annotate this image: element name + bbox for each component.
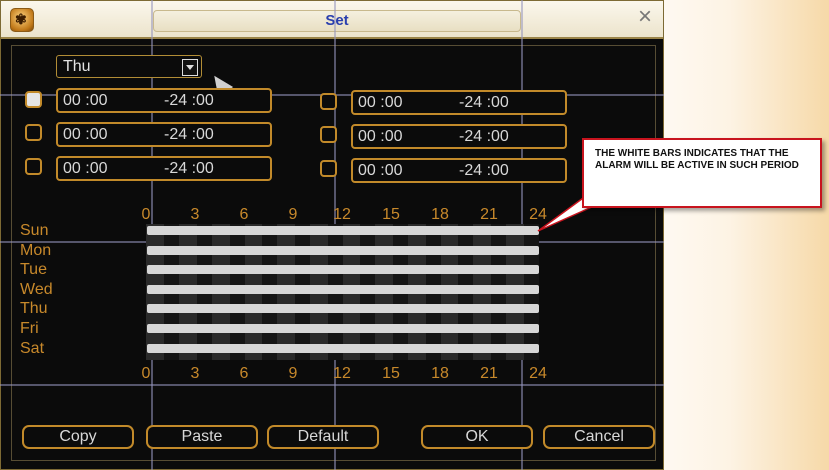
- callout-text: THE WHITE BARS INDICATES THAT THE ALARM …: [595, 148, 799, 171]
- callout-pointer: [537, 191, 595, 232]
- callout-box: THE WHITE BARS INDICATES THAT THE ALARM …: [582, 138, 822, 208]
